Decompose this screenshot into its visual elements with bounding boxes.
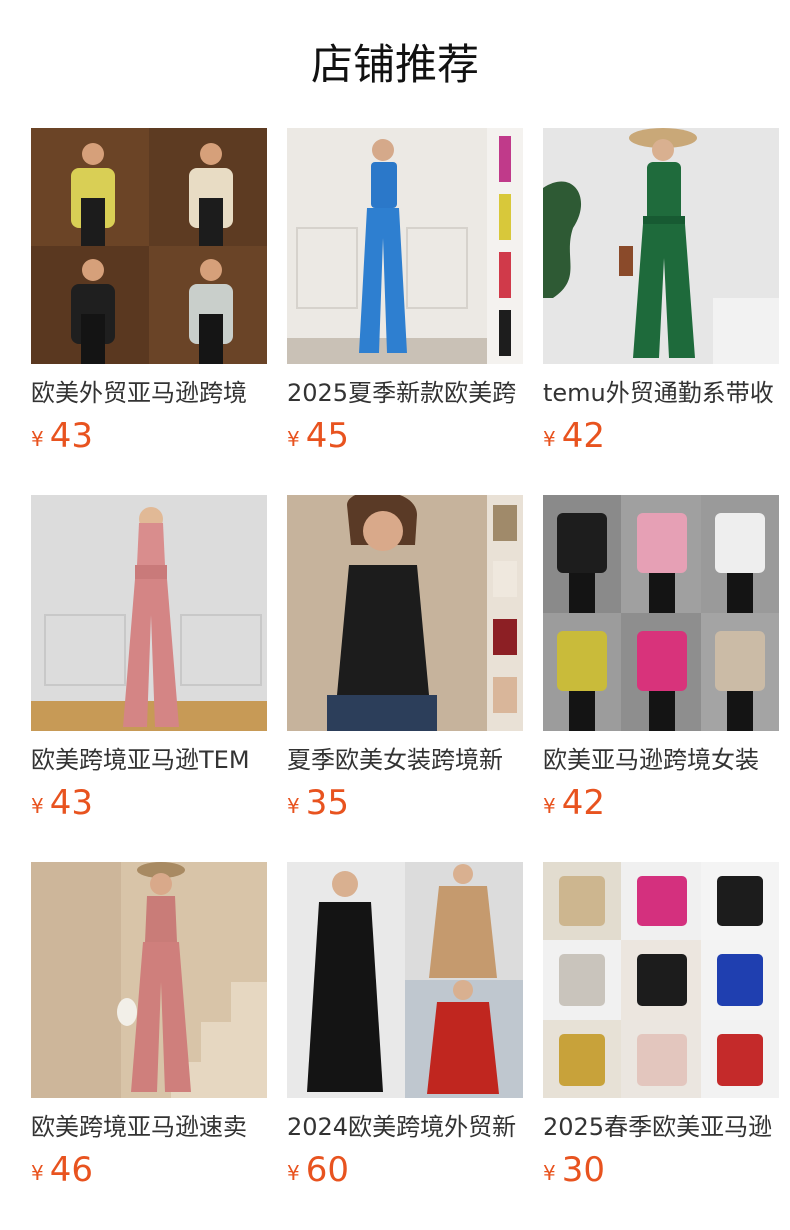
product-card[interactable]: 夏季欧美女装跨境新 ¥35 [287,495,523,825]
product-name[interactable]: temu外贸通勤系带收 [543,376,779,410]
page-title: 店铺推荐 [310,40,479,89]
product-image[interactable] [543,495,779,731]
currency-symbol: ¥ [287,1161,300,1185]
product-price: ¥43 [31,414,267,458]
currency-symbol: ¥ [543,794,556,818]
product-name[interactable]: 欧美跨境亚马逊TEM [31,743,267,777]
currency-symbol: ¥ [287,794,300,818]
product-image[interactable] [31,128,267,364]
product-card[interactable]: 欧美跨境亚马逊TEM ¥43 [31,495,267,825]
price-value: 35 [305,783,349,823]
price-value: 60 [305,1150,349,1190]
product-price: ¥46 [31,1148,267,1192]
product-name[interactable]: 2025春季欧美亚马逊 [543,1110,779,1144]
product-price: ¥42 [543,781,779,825]
product-image[interactable] [287,862,523,1098]
product-name[interactable]: 欧美外贸亚马逊跨境 [31,376,267,410]
product-image[interactable] [31,862,267,1098]
product-price: ¥45 [287,414,523,458]
product-name[interactable]: 2024欧美跨境外贸新 [287,1110,523,1144]
product-price: ¥60 [287,1148,523,1192]
product-price: ¥42 [543,414,779,458]
product-card[interactable]: 欧美外贸亚马逊跨境 ¥43 [31,128,267,458]
product-card[interactable]: 欧美亚马逊跨境女装 ¥42 [543,495,779,825]
product-image[interactable] [31,495,267,731]
currency-symbol: ¥ [31,1161,44,1185]
price-value: 46 [49,1150,93,1190]
currency-symbol: ¥ [543,427,556,451]
currency-symbol: ¥ [543,1161,556,1185]
product-card[interactable]: 2024欧美跨境外贸新 ¥60 [287,862,523,1192]
product-name[interactable]: 欧美跨境亚马逊速卖 [31,1110,267,1144]
product-image[interactable] [287,128,523,364]
product-price: ¥43 [31,781,267,825]
price-value: 45 [305,416,349,456]
product-image[interactable] [287,495,523,731]
product-price: ¥30 [543,1148,779,1192]
price-value: 42 [561,416,605,456]
currency-symbol: ¥ [287,427,300,451]
product-card[interactable]: temu外贸通勤系带收 ¥42 [543,128,779,458]
currency-symbol: ¥ [31,427,44,451]
product-card[interactable]: 2025春季欧美亚马逊 ¥30 [543,862,779,1192]
currency-symbol: ¥ [31,794,44,818]
product-card[interactable]: 2025夏季新款欧美跨 ¥45 [287,128,523,458]
product-image[interactable] [543,862,779,1098]
price-value: 43 [49,783,93,823]
product-card[interactable]: 欧美跨境亚马逊速卖 ¥46 [31,862,267,1192]
product-name[interactable]: 夏季欧美女装跨境新 [287,743,523,777]
price-value: 42 [561,783,605,823]
price-value: 30 [561,1150,605,1190]
product-name[interactable]: 2025夏季新款欧美跨 [287,376,523,410]
price-value: 43 [49,416,93,456]
product-image[interactable] [543,128,779,364]
product-price: ¥35 [287,781,523,825]
product-name[interactable]: 欧美亚马逊跨境女装 [543,743,779,777]
